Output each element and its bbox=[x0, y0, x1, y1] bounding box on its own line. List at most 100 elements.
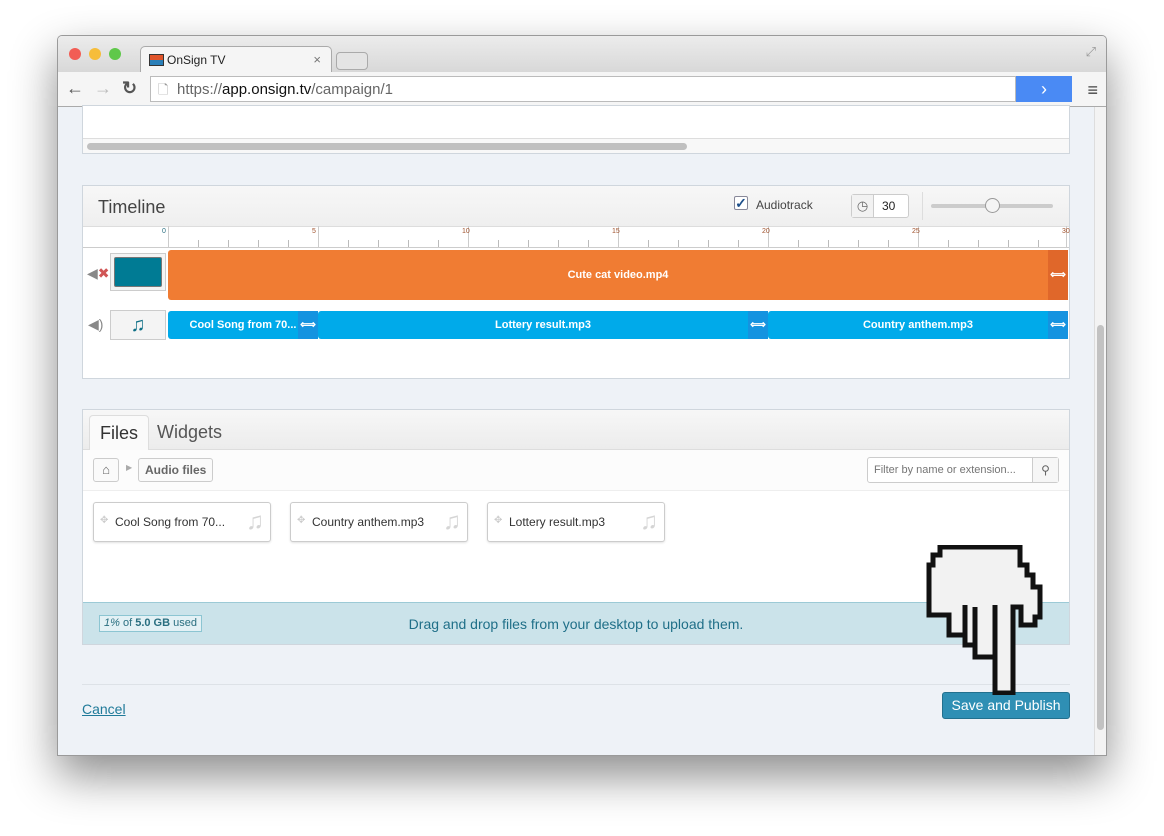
close-window-button[interactable] bbox=[69, 48, 81, 60]
new-tab-button[interactable] bbox=[336, 52, 368, 70]
ruler-tick bbox=[348, 240, 349, 247]
resize-handle-icon[interactable]: ⟺ bbox=[1048, 250, 1068, 300]
fullscreen-icon[interactable]: ⤢ bbox=[1086, 44, 1096, 60]
audio-clip[interactable]: Lottery result.mp3 ⟺ bbox=[318, 311, 768, 339]
ruler-label: 0 bbox=[162, 228, 166, 235]
forward-icon[interactable]: → bbox=[94, 78, 112, 99]
tab-title: OnSign TV bbox=[167, 53, 226, 67]
timeline-ruler: 0 5 10 15 20 25 30 bbox=[83, 226, 1070, 248]
move-icon: ✥ bbox=[494, 515, 503, 526]
ruler-tick bbox=[498, 240, 499, 247]
timeline-title: Timeline bbox=[98, 197, 166, 217]
ruler-tick bbox=[558, 240, 559, 247]
timeline-panel: Timeline ✓ Audiotrack ◷ 30 0 5 10 15 20 25 30 … bbox=[82, 185, 1070, 379]
music-note-icon: ♫ bbox=[246, 508, 264, 535]
file-item[interactable]: ✥ Lottery result.mp3 ♫ bbox=[487, 502, 665, 542]
close-tab-icon[interactable]: × bbox=[313, 52, 321, 67]
vertical-scrollbar[interactable] bbox=[1094, 107, 1106, 755]
home-icon[interactable]: ⌂ bbox=[93, 458, 119, 482]
url-path: /campaign/1 bbox=[311, 81, 393, 98]
ruler-tick bbox=[648, 240, 649, 247]
duration-input[interactable]: 30 bbox=[882, 199, 895, 213]
ruler-tick bbox=[528, 240, 529, 247]
file-name: Lottery result.mp3 bbox=[509, 515, 606, 529]
horizontal-scrollbar[interactable] bbox=[83, 138, 1069, 153]
go-button[interactable]: › bbox=[1016, 76, 1072, 102]
ruler-tick bbox=[858, 240, 859, 247]
volume-icon[interactable]: ◀) bbox=[88, 316, 103, 333]
browser-toolbar: ← → ↻ 🗋 https://app.onsign.tv/campaign/1 … bbox=[58, 72, 1106, 107]
video-clip[interactable]: Cute cat video.mp4 ⟺ bbox=[168, 250, 1068, 300]
tab-files[interactable]: Files bbox=[89, 415, 150, 450]
audiotrack-label: Audiotrack bbox=[756, 198, 813, 212]
ruler-tick bbox=[1008, 240, 1009, 247]
move-icon: ✥ bbox=[100, 515, 109, 526]
title-bar: OnSign TV × ⤢ bbox=[58, 36, 1106, 73]
ruler-tick bbox=[828, 240, 829, 247]
ruler-tick bbox=[198, 240, 199, 247]
ruler-label: 15 bbox=[612, 228, 620, 235]
audio-clip[interactable]: Country anthem.mp3 ⟺ bbox=[768, 311, 1068, 339]
ruler-tick bbox=[408, 240, 409, 247]
clip-label: Cool Song from 70... bbox=[189, 319, 297, 331]
menu-icon[interactable]: ≡ bbox=[1087, 80, 1098, 101]
search-icon[interactable]: ⚲ bbox=[1032, 458, 1058, 482]
ruler-label: 20 bbox=[762, 228, 770, 235]
ruler-tick bbox=[438, 240, 439, 247]
ruler-tick bbox=[708, 240, 709, 247]
url-host: app.onsign.tv bbox=[222, 81, 312, 98]
ruler-tick bbox=[228, 240, 229, 247]
audiotrack-checkbox[interactable]: ✓ bbox=[734, 196, 748, 210]
cancel-link[interactable]: Cancel bbox=[82, 701, 126, 717]
drop-hint: Drag and drop files from your desktop to… bbox=[408, 616, 744, 632]
minimize-window-button[interactable] bbox=[89, 48, 101, 60]
zoom-slider[interactable] bbox=[931, 198, 1053, 213]
browser-tab[interactable]: OnSign TV × bbox=[140, 46, 332, 73]
ruler-label: 25 bbox=[912, 228, 920, 235]
file-name: Country anthem.mp3 bbox=[312, 515, 425, 529]
ruler-tick bbox=[888, 240, 889, 247]
ruler-tick bbox=[978, 240, 979, 247]
upload-drop-zone[interactable]: 1% of 5.0 GB used Drag and drop files fr… bbox=[83, 602, 1069, 644]
clock-icon: ◷ bbox=[852, 195, 874, 217]
move-icon: ✥ bbox=[297, 515, 306, 526]
music-note-icon: ♫ bbox=[443, 508, 461, 535]
zoom-slider-handle[interactable] bbox=[985, 198, 1000, 213]
resize-handle-icon[interactable]: ⟺ bbox=[1048, 311, 1068, 339]
ruler-tick bbox=[588, 240, 589, 247]
clip-label: Lottery result.mp3 bbox=[495, 319, 591, 331]
reload-icon[interactable]: ↻ bbox=[122, 78, 137, 99]
breadcrumb-audio-files[interactable]: Audio files bbox=[138, 458, 214, 482]
page-icon: 🗋 bbox=[158, 82, 169, 97]
ruler-label: 10 bbox=[462, 228, 470, 235]
ruler-tick bbox=[318, 226, 319, 247]
clip-label: Cute cat video.mp4 bbox=[567, 269, 669, 281]
video-thumbnail bbox=[110, 253, 166, 291]
ruler-tick bbox=[288, 240, 289, 247]
breadcrumb-arrow-icon: ▶ bbox=[126, 463, 133, 472]
file-item[interactable]: ✥ Cool Song from 70... ♫ bbox=[93, 502, 271, 542]
ruler-tick bbox=[168, 226, 169, 247]
music-note-icon: ♫ bbox=[110, 310, 166, 340]
hand-cursor-icon bbox=[926, 545, 1043, 695]
url-scheme: https:// bbox=[177, 81, 223, 98]
audio-clip[interactable]: Cool Song from 70... ⟺ bbox=[168, 311, 318, 339]
ruler-tick bbox=[678, 240, 679, 247]
tab-widgets[interactable]: Widgets bbox=[147, 415, 232, 450]
resize-handle-icon[interactable]: ⟺ bbox=[298, 311, 318, 339]
files-panel: Files Widgets ⌂ ▶ Audio files ⚲ ✥ Cool So… bbox=[82, 409, 1070, 645]
back-icon[interactable]: ← bbox=[66, 78, 84, 99]
file-name: Cool Song from 70... bbox=[115, 515, 226, 529]
ruler-label: 5 bbox=[312, 228, 316, 235]
ruler-tick bbox=[798, 240, 799, 247]
resize-handle-icon[interactable]: ⟺ bbox=[748, 311, 768, 339]
ruler-tick bbox=[738, 240, 739, 247]
address-bar[interactable]: 🗋 https://app.onsign.tv/campaign/1 bbox=[150, 76, 1016, 102]
favicon-icon bbox=[149, 54, 164, 66]
muted-icon[interactable]: ◀✖ bbox=[87, 265, 110, 282]
save-and-publish-button[interactable]: Save and Publish bbox=[942, 692, 1070, 719]
file-item[interactable]: ✥ Country anthem.mp3 ♫ bbox=[290, 502, 468, 542]
filter-input[interactable] bbox=[874, 459, 1034, 481]
zoom-window-button[interactable] bbox=[109, 48, 121, 60]
clip-label: Country anthem.mp3 bbox=[862, 319, 973, 331]
